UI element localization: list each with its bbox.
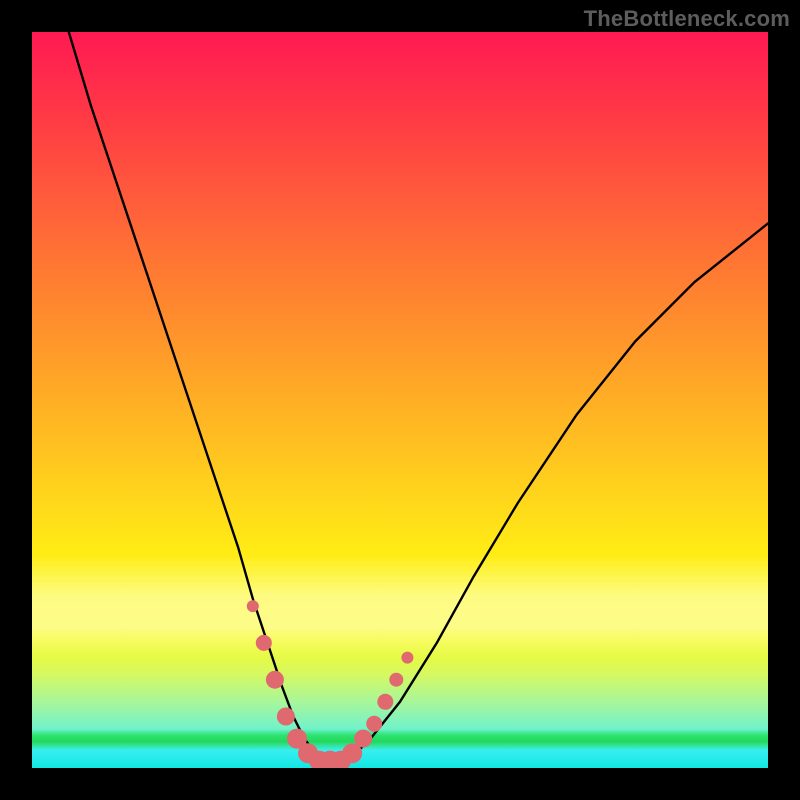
curve-marker xyxy=(247,600,259,612)
curve-marker xyxy=(256,635,272,651)
chart-frame: TheBottleneck.com xyxy=(0,0,800,800)
curve-marker xyxy=(366,716,382,732)
plot-area xyxy=(32,32,768,768)
curve-marker xyxy=(401,652,413,664)
bottleneck-curve-path xyxy=(69,32,768,761)
curve-markers xyxy=(247,600,414,768)
watermark-text: TheBottleneck.com xyxy=(584,6,790,32)
curve-marker xyxy=(277,708,295,726)
curve-marker xyxy=(266,671,284,689)
bottleneck-curve-svg xyxy=(32,32,768,768)
curve-marker xyxy=(389,673,403,687)
curve-marker xyxy=(354,730,372,748)
curve-marker xyxy=(377,694,393,710)
